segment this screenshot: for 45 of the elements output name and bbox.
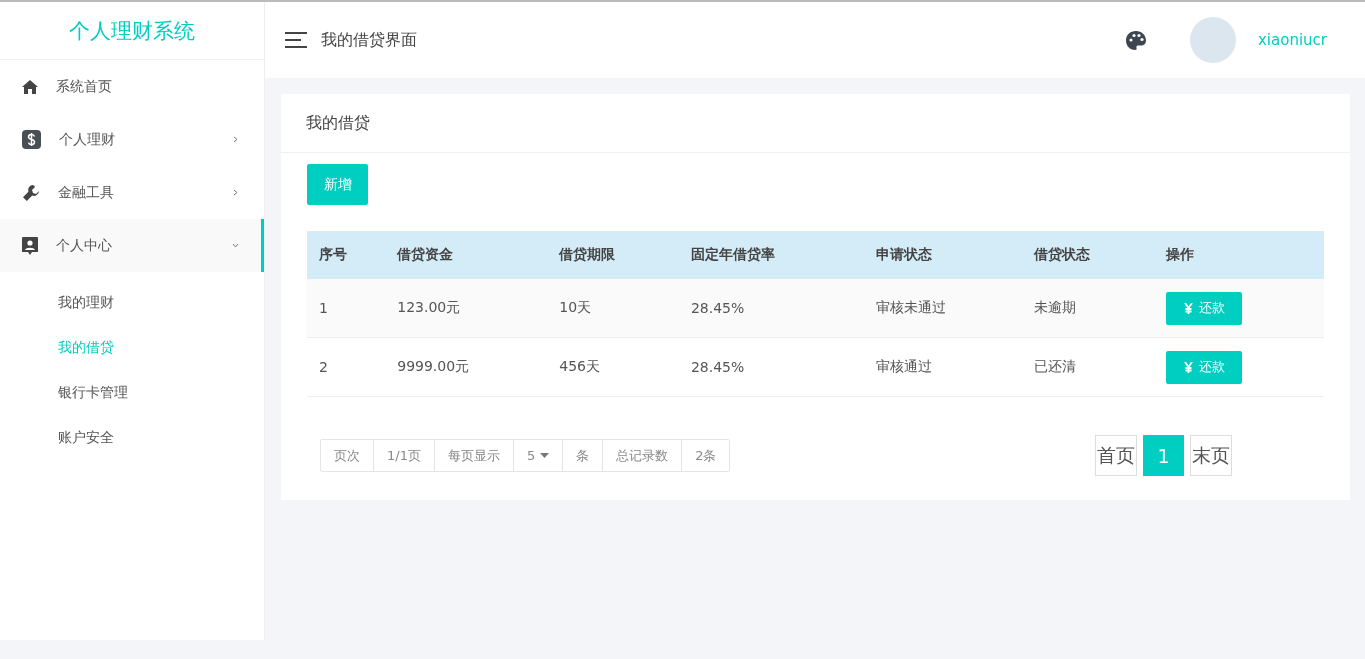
palette-icon[interactable] [1126,30,1146,50]
table-cell: 1 [307,279,386,338]
page-title: 我的借贷界面 [321,29,418,51]
table-cell: 未逾期 [1022,279,1155,338]
menu-icon[interactable] [285,32,307,48]
table-cell: 28.45% [678,279,865,338]
submenu-item[interactable]: 账户安全 [0,415,264,460]
table-cell: 已还清 [1022,337,1155,397]
chevron-icon [232,242,239,249]
table-cell: 2 [307,337,386,397]
chevron-icon [232,189,239,196]
page-info-text: 页次 [321,440,374,471]
chevron-icon [232,136,239,143]
column-header: 借贷资金 [385,231,548,279]
column-header: 操作 [1154,231,1324,279]
page-info-text: 2条 [694,446,718,465]
column-header: 借贷状态 [1022,231,1155,279]
home-icon [22,79,38,94]
page-info-text: 每页显示 [434,440,514,471]
table-cell: 28.45% [678,337,865,397]
column-header: 借贷期限 [547,231,679,279]
submenu-item[interactable]: 我的理财 [0,280,264,325]
yen-icon [1183,361,1193,373]
page-info-text: 条 [563,440,604,471]
page-info-text: 1/1页 [374,440,435,471]
table-cell: 123.00元 [385,279,548,338]
page-info-text: 总记录数 [603,440,683,471]
pager-button[interactable]: 末页 [1190,435,1232,476]
column-header: 申请状态 [864,231,1023,279]
table-cell: 10天 [547,279,679,338]
column-header: 固定年借贷率 [678,231,865,279]
pager-button[interactable]: 首页 [1095,435,1137,476]
sidebar-item[interactable]: 个人中心 [0,219,264,272]
table-cell: 9999.00元 [385,337,548,397]
dollar-icon [22,130,41,149]
table-cell: 审核通过 [864,337,1023,397]
column-header: 序号 [307,231,386,279]
contact-card-icon [22,236,38,255]
caret-icon [540,453,550,458]
panel-title: 我的借贷 [281,94,1350,153]
yen-icon [1183,302,1193,314]
submenu-item[interactable]: 银行卡管理 [0,370,264,415]
table-cell: 456天 [547,337,679,397]
table-cell: 审核未通过 [864,279,1023,338]
wrench-icon [22,183,40,202]
